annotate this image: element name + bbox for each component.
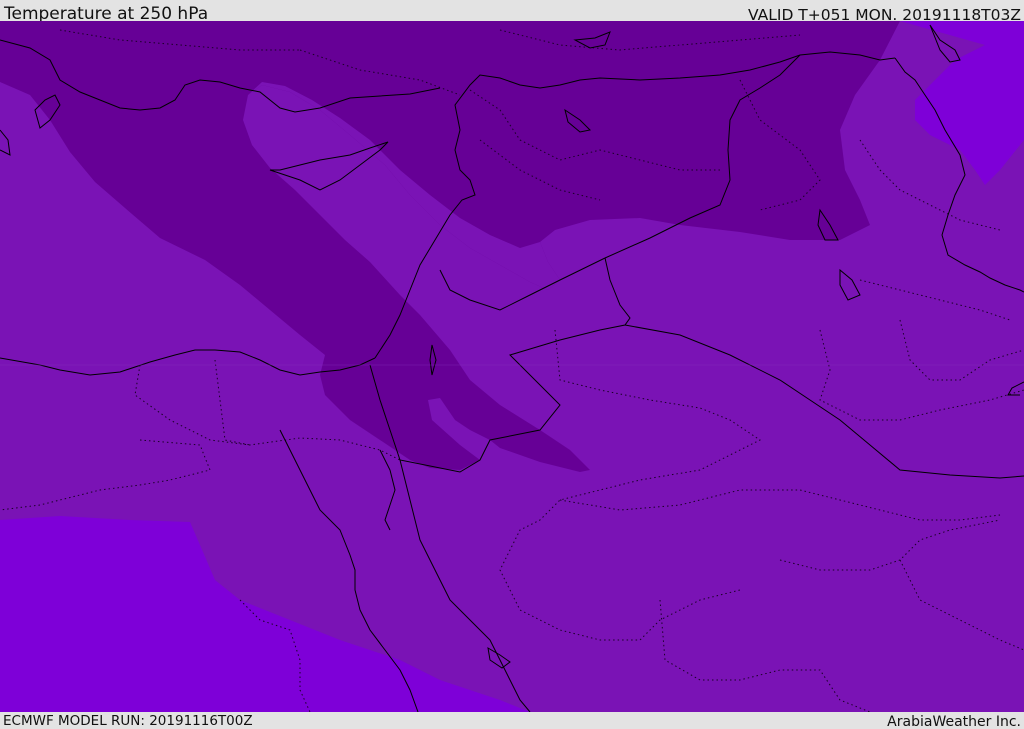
model-run-label: ECMWF MODEL RUN: 20191116T00Z	[3, 713, 253, 729]
temperature-map	[0, 21, 1024, 712]
brand-label: ArabiaWeather Inc.	[887, 714, 1021, 729]
map-canvas	[0, 21, 1024, 712]
map-viewer: Temperature at 250 hPa VALID T+051 MON. …	[0, 0, 1024, 729]
